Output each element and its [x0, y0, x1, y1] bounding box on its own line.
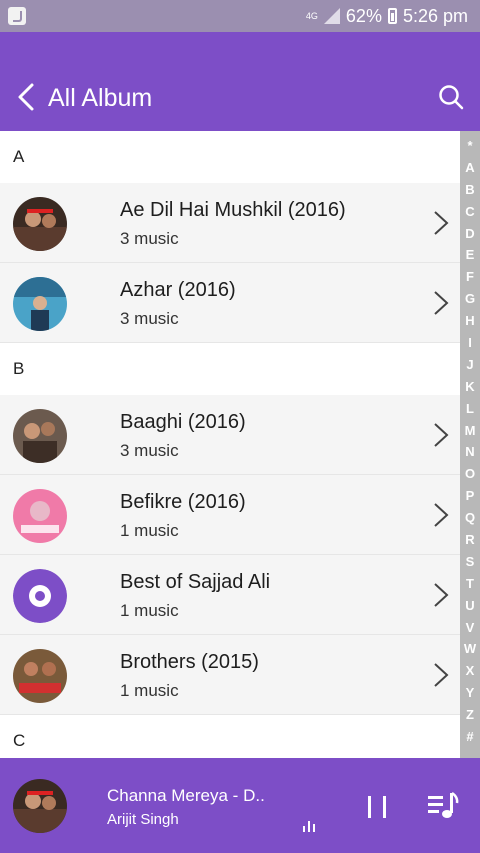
status-bar: 4G 62% 5:26 pm [0, 0, 480, 32]
index-letter[interactable]: # [466, 726, 473, 748]
index-letter[interactable]: R [465, 529, 474, 551]
album-list[interactable]: A Ae Dil Hai Mushkil (2016) 3 music Azha… [0, 131, 460, 767]
album-row[interactable]: Baaghi (2016) 3 music [0, 395, 460, 475]
index-letter[interactable]: P [466, 485, 475, 507]
index-letter[interactable]: Y [466, 682, 475, 704]
now-playing-artist: Arijit Singh [107, 811, 179, 828]
album-art-ae-dil-hai-mushkil [13, 197, 67, 251]
index-letter[interactable]: U [465, 595, 474, 617]
album-track-count: 1 music [120, 681, 179, 700]
album-track-count: 3 music [120, 309, 179, 328]
now-playing-album-art [13, 779, 67, 833]
album-title: Brothers (2015) [120, 651, 259, 673]
network-type: 4G [305, 10, 318, 21]
index-letter[interactable]: O [465, 463, 475, 485]
index-letter[interactable]: S [466, 551, 475, 573]
index-letter[interactable]: C [465, 201, 474, 223]
chevron-right-icon [434, 211, 449, 235]
clock: 5:26 pm [402, 5, 468, 26]
status-indicators: 4G 62% 5:26 pm [306, 5, 468, 27]
album-row[interactable]: Best of Sajjad Ali 1 music [0, 555, 460, 635]
music-notification-icon [8, 7, 26, 25]
index-letter[interactable]: W [464, 638, 476, 660]
battery-percent: 62% [345, 5, 382, 26]
playlist-icon[interactable] [428, 791, 460, 821]
signal-icon [323, 8, 340, 24]
index-letter[interactable]: F [466, 266, 474, 288]
section-header-a: A [0, 131, 460, 183]
album-title: Best of Sajjad Ali [120, 571, 271, 593]
index-letter[interactable]: Z [466, 704, 474, 726]
album-row[interactable]: Brothers (2015) 1 music [0, 635, 460, 715]
index-letter[interactable]: D [465, 223, 474, 245]
chevron-right-icon [434, 291, 449, 315]
index-letter[interactable]: * [467, 135, 472, 157]
chevron-right-icon [434, 583, 449, 607]
album-track-count: 3 music [120, 441, 179, 460]
chevron-right-icon [434, 663, 449, 687]
default-album-icon [13, 569, 67, 623]
index-letter[interactable]: E [466, 244, 475, 266]
index-letter[interactable]: X [466, 660, 475, 682]
index-letter[interactable]: T [466, 573, 474, 595]
album-title: Baaghi (2016) [120, 411, 246, 433]
page-title: All Album [48, 84, 153, 112]
album-row[interactable]: Ae Dil Hai Mushkil (2016) 3 music [0, 183, 460, 263]
chevron-right-icon [434, 503, 449, 527]
chevron-right-icon [434, 423, 449, 447]
battery-icon [387, 8, 397, 24]
pause-button[interactable] [366, 796, 388, 818]
back-arrow-icon[interactable] [14, 82, 38, 112]
section-header-b: B [0, 343, 460, 395]
alphabet-index-bar[interactable]: * A B C D E F G H I J K L M N O P Q R S T U V W X Y Z # [460, 131, 480, 758]
index-letter[interactable]: I [468, 332, 472, 354]
album-row[interactable]: Befikre (2016) 1 music [0, 475, 460, 555]
album-art-baaghi [13, 409, 67, 463]
search-icon[interactable] [438, 84, 464, 110]
album-row[interactable]: Azhar (2016) 3 music [0, 263, 460, 343]
album-art-brothers [13, 649, 67, 703]
now-playing-title: Channa Mereya - D.. [107, 786, 265, 805]
index-letter[interactable]: K [465, 376, 474, 398]
album-track-count: 3 music [120, 229, 179, 248]
equalizer-icon [303, 820, 319, 832]
index-letter[interactable]: M [465, 420, 476, 442]
album-title: Befikre (2016) [120, 491, 246, 513]
album-track-count: 1 music [120, 521, 179, 540]
index-letter[interactable]: J [466, 354, 473, 376]
app-bar: All Album [0, 32, 480, 131]
album-title: Azhar (2016) [120, 279, 236, 301]
index-letter[interactable]: V [466, 617, 475, 639]
index-letter[interactable]: N [465, 441, 474, 463]
index-letter[interactable]: G [465, 288, 475, 310]
album-art-azhar [13, 277, 67, 331]
index-letter[interactable]: Q [465, 507, 475, 529]
album-track-count: 1 music [120, 601, 179, 620]
album-title: Ae Dil Hai Mushkil (2016) [120, 199, 346, 221]
index-letter[interactable]: B [465, 179, 474, 201]
index-letter[interactable]: L [466, 398, 474, 420]
mini-player[interactable]: Channa Mereya - D.. Arijit Singh [0, 758, 480, 853]
album-art-befikre [13, 489, 67, 543]
index-letter[interactable]: H [465, 310, 474, 332]
index-letter[interactable]: A [465, 157, 474, 179]
